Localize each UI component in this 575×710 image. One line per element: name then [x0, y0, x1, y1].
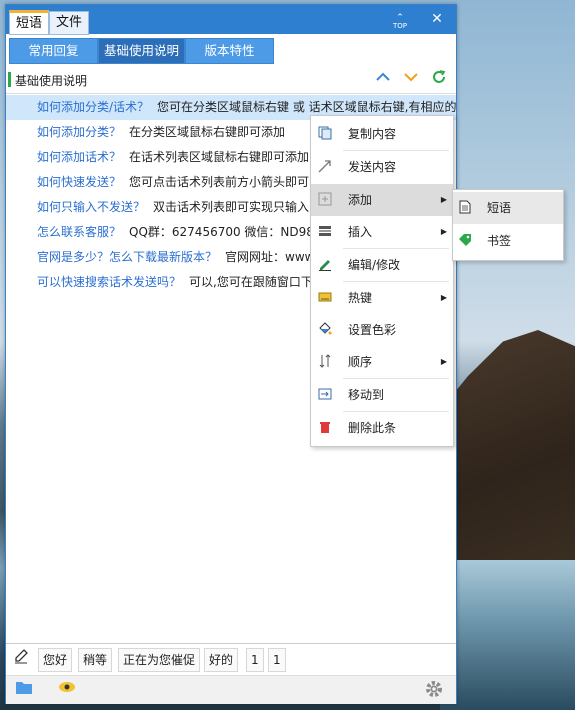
menu-item-hotkey[interactable]: 热键 ▶	[311, 282, 453, 314]
bottom-toolbar	[6, 675, 456, 704]
phrase-question: 怎么联系客服？	[37, 225, 122, 239]
keyboard-icon	[317, 290, 333, 306]
menu-item-order[interactable]: 顺序 ▶	[311, 346, 453, 378]
close-button[interactable]: ✕	[426, 9, 448, 29]
phrase-answer: 您可在分类区域鼠标右键 或 话术区域鼠标右键,有相应的	[157, 100, 456, 114]
submenu-arrow-icon: ▶	[440, 195, 447, 204]
move-up-icon[interactable]	[372, 69, 394, 91]
menu-item-send[interactable]: 发送内容	[311, 151, 453, 183]
pencil-icon[interactable]	[9, 648, 33, 670]
add-icon	[317, 192, 333, 208]
copy-icon	[317, 126, 333, 142]
phrase-answer: QQ群：627456700 微信：ND980	[129, 225, 322, 239]
phrase-answer: 官网网址：www	[225, 250, 315, 264]
submenu-arrow-icon: ▶	[440, 227, 447, 236]
pin-top-button[interactable]: ⌃ TOP	[389, 14, 411, 34]
insert-icon	[317, 224, 333, 240]
quick-chip[interactable]: 正在为您催促	[118, 648, 201, 672]
phrase-question: 如何添加分类？	[37, 125, 122, 139]
background-rock	[440, 330, 575, 560]
folder-icon[interactable]	[9, 679, 39, 701]
category-basic-usage[interactable]: 基础使用说明	[98, 38, 185, 64]
phrase-answer: 可以,您可在跟随窗口下	[189, 275, 313, 289]
list-header: 基础使用说明	[6, 67, 456, 94]
settings-gear-icon[interactable]	[419, 679, 449, 701]
quick-chip[interactable]: 1	[268, 648, 286, 672]
submenu-item-phrase[interactable]: 短语	[453, 192, 563, 224]
quick-phrase-bar: 您好 稍等 正在为您催促 好的 1 1	[6, 643, 456, 674]
pin-top-label: TOP	[392, 22, 407, 30]
menu-item-set-color[interactable]: 设置色彩	[311, 314, 453, 346]
background-sea	[440, 560, 575, 710]
menu-item-edit[interactable]: 编辑/修改	[311, 249, 453, 281]
category-common-replies[interactable]: 常用回复	[9, 38, 98, 64]
phrase-answer: 双击话术列表即可实现只输入	[153, 200, 310, 214]
tab-phrases[interactable]: 短语	[9, 10, 50, 35]
trash-icon	[317, 420, 333, 436]
phrase-answer: 在话术列表区域鼠标右键即可添加	[129, 150, 310, 164]
sort-icon	[317, 354, 333, 370]
header-marker	[8, 72, 11, 87]
quick-chip[interactable]: 稍等	[78, 648, 113, 672]
add-submenu: 短语 书签	[452, 189, 564, 261]
phrase-question: 如何添加话术？	[37, 150, 122, 164]
document-icon	[457, 200, 473, 216]
phrase-question: 如何快速发送？	[37, 175, 122, 189]
edit-icon	[317, 257, 333, 273]
phrase-question: 如何只输入不发送？	[37, 200, 146, 214]
send-icon	[317, 159, 333, 175]
context-menu: 复制内容 发送内容 添加 ▶ 插入 ▶ 编辑/修改 热键 ▶ 设置色彩 顺序 ▶ 移动到…	[310, 115, 454, 447]
quick-chip[interactable]: 您好	[38, 648, 73, 672]
list-header-title: 基础使用说明	[15, 74, 88, 88]
menu-item-delete[interactable]: 删除此条	[311, 412, 453, 444]
submenu-arrow-icon: ▶	[440, 357, 447, 366]
category-tabs: 常用回复 基础使用说明 版本特性	[6, 38, 456, 64]
quick-chip[interactable]: 好的	[204, 648, 239, 672]
menu-item-move-to[interactable]: 移动到	[311, 379, 453, 411]
category-version-features[interactable]: 版本特性	[185, 38, 274, 64]
move-down-icon[interactable]	[400, 69, 422, 91]
tab-files[interactable]: 文件	[49, 11, 90, 35]
menu-item-add[interactable]: 添加 ▶	[311, 184, 453, 216]
menu-item-insert[interactable]: 插入 ▶	[311, 216, 453, 248]
phrase-answer: 在分类区域鼠标右键即可添加	[129, 125, 286, 139]
move-icon	[317, 387, 333, 403]
menu-item-copy[interactable]: 复制内容	[311, 118, 453, 150]
tag-icon	[457, 233, 473, 249]
paint-bucket-icon	[317, 322, 333, 338]
eye-icon[interactable]	[52, 679, 82, 701]
phrase-answer: 您可点击话术列表前方小箭头即可	[129, 175, 310, 189]
refresh-icon[interactable]	[428, 69, 450, 91]
phrase-question: 官网是多少？怎么下载最新版本？	[37, 250, 218, 264]
phrase-question: 如何添加分类/话术？	[37, 100, 150, 114]
quick-chip[interactable]: 1	[246, 648, 264, 672]
submenu-item-bookmark[interactable]: 书签	[453, 225, 563, 257]
submenu-arrow-icon: ▶	[440, 293, 447, 302]
phrase-question: 可以快速搜索话术发送吗？	[37, 275, 182, 289]
title-bar: 短语 文件 ⌃ TOP ✕	[6, 5, 456, 35]
